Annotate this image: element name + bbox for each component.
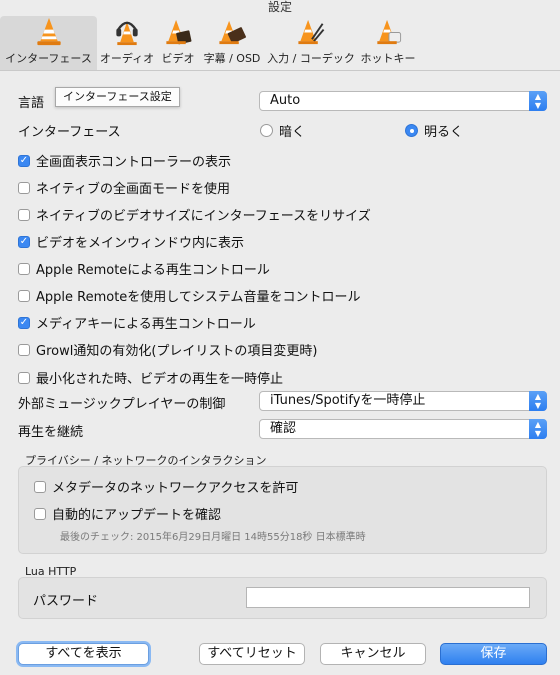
last-check-text: 最後のチェック: 2015年6月29日月曜日 14時55分18秒 日本標準時 <box>60 532 366 543</box>
chevron-updown-icon: ▲ ▼ <box>529 91 547 111</box>
option-label: メディアキーによる再生コントロール <box>36 317 256 332</box>
checkbox-unchecked <box>18 343 30 356</box>
option-label: Growl通知の有効化(プレイリストの項目変更時) <box>36 344 318 359</box>
preferences-toolbar: インターフェース オーディオ ビデオ 字幕 / OSD 入力 / コーデック ホ… <box>0 14 560 71</box>
radio-light-label: 明るく <box>424 125 464 140</box>
checkbox-checked <box>18 154 30 167</box>
option-media-keys[interactable]: メディアキーによる再生コントロール <box>18 313 256 332</box>
password-label: パスワード <box>33 594 99 609</box>
option-pause-minimized[interactable]: 最小化された時、ビデオの再生を一時停止 <box>18 368 283 387</box>
option-label: Apple Remoteを使用してシステム音量をコントロール <box>36 290 361 305</box>
option-video-in-main-window[interactable]: ビデオをメインウィンドウ内に表示 <box>18 232 244 251</box>
external-player-value: iTunes/Spotifyを一時停止 <box>270 393 426 408</box>
option-label: 自動的にアップデートを確認 <box>52 508 222 523</box>
option-label: メタデータのネットワークアクセスを許可 <box>52 481 299 496</box>
option-growl[interactable]: Growl通知の有効化(プレイリストの項目変更時) <box>18 340 317 359</box>
checkbox-unchecked <box>34 480 46 493</box>
resume-label: 再生を継続 <box>18 425 84 440</box>
tab-label: インターフェース <box>5 52 92 65</box>
option-resize-to-video[interactable]: ネイティブのビデオサイズにインターフェースをリサイズ <box>18 205 371 224</box>
tab-hotkeys[interactable]: ホットキー <box>357 16 419 70</box>
option-label: 最小化された時、ビデオの再生を一時停止 <box>36 372 284 387</box>
option-label: 全画面表示コントローラーの表示 <box>36 155 232 170</box>
chevron-updown-icon: ▲ ▼ <box>529 391 547 411</box>
resume-value: 確認 <box>270 421 297 436</box>
checkbox-unchecked <box>18 208 30 221</box>
vlc-film-icon <box>166 19 192 45</box>
vlc-codec-icon <box>298 19 325 45</box>
checkbox-unchecked <box>34 507 46 520</box>
tab-video[interactable]: ビデオ <box>157 16 199 70</box>
tab-label: 入力 / コーデック <box>267 52 355 65</box>
chevron-updown-icon: ▲ ▼ <box>529 419 547 439</box>
tab-label: 字幕 / OSD <box>203 52 261 65</box>
external-player-label: 外部ミュージックプレイヤーの制御 <box>18 397 226 412</box>
language-value: Auto <box>270 93 301 108</box>
option-apple-remote-volume[interactable]: Apple Remoteを使用してシステム音量をコントロール <box>18 286 361 305</box>
language-label: 言語 <box>18 96 45 111</box>
radio-light-indicator <box>405 124 418 137</box>
radio-light[interactable]: 明るく <box>405 121 463 140</box>
tab-interface[interactable]: インターフェース <box>0 16 97 70</box>
option-native-fullscreen[interactable]: ネイティブの全画面モードを使用 <box>18 178 230 197</box>
tab-label: ビデオ <box>161 52 195 65</box>
vlc-headphones-icon <box>116 21 138 46</box>
language-select[interactable]: Auto ▲ ▼ <box>259 91 547 111</box>
tab-label: ホットキー <box>360 52 416 65</box>
option-fullscreen-controller[interactable]: 全画面表示コントローラーの表示 <box>18 151 231 170</box>
checkbox-unchecked <box>18 371 30 384</box>
checkbox-checked <box>18 235 30 248</box>
radio-dark[interactable]: 暗く <box>260 121 305 140</box>
tab-input-codecs[interactable]: 入力 / コーデック <box>265 16 357 70</box>
checkbox-checked <box>18 316 30 329</box>
tab-label: オーディオ <box>99 52 155 65</box>
tab-subtitles-osd[interactable]: 字幕 / OSD <box>199 16 265 70</box>
option-label: ビデオをメインウィンドウ内に表示 <box>36 236 245 251</box>
reset-all-button[interactable]: すべてリセット <box>199 643 305 665</box>
show-all-button[interactable]: すべてを表示 <box>18 643 149 665</box>
resume-select[interactable]: 確認 ▲ ▼ <box>259 419 547 439</box>
option-label: Apple Remoteによる再生コントロール <box>36 263 270 278</box>
external-player-select[interactable]: iTunes/Spotifyを一時停止 ▲ ▼ <box>259 391 547 411</box>
checkbox-unchecked <box>18 262 30 275</box>
window-title: 設定 <box>267 0 292 14</box>
radio-dark-indicator <box>260 124 273 137</box>
radio-dark-label: 暗く <box>279 125 306 140</box>
cancel-button[interactable]: キャンセル <box>320 643 426 665</box>
checkbox-unchecked <box>18 181 30 194</box>
option-label: ネイティブの全画面モードを使用 <box>36 182 230 197</box>
checkbox-unchecked <box>18 289 30 302</box>
vlc-cone-icon <box>36 17 61 46</box>
vlc-subtitle-icon <box>219 20 247 45</box>
option-metadata-network[interactable]: メタデータのネットワークアクセスを許可 <box>34 477 298 496</box>
option-label: ネイティブのビデオサイズにインターフェースをリサイズ <box>36 209 371 224</box>
interface-label: インターフェース <box>18 125 121 140</box>
tab-audio[interactable]: オーディオ <box>97 16 157 70</box>
interface-settings-tooltip: インターフェース設定 <box>55 87 180 107</box>
vlc-hotkey-icon <box>377 19 402 45</box>
option-auto-update[interactable]: 自動的にアップデートを確認 <box>34 504 221 523</box>
option-apple-remote-playback[interactable]: Apple Remoteによる再生コントロール <box>18 259 270 278</box>
save-button[interactable]: 保存 <box>440 643 547 665</box>
password-input[interactable] <box>246 587 530 608</box>
